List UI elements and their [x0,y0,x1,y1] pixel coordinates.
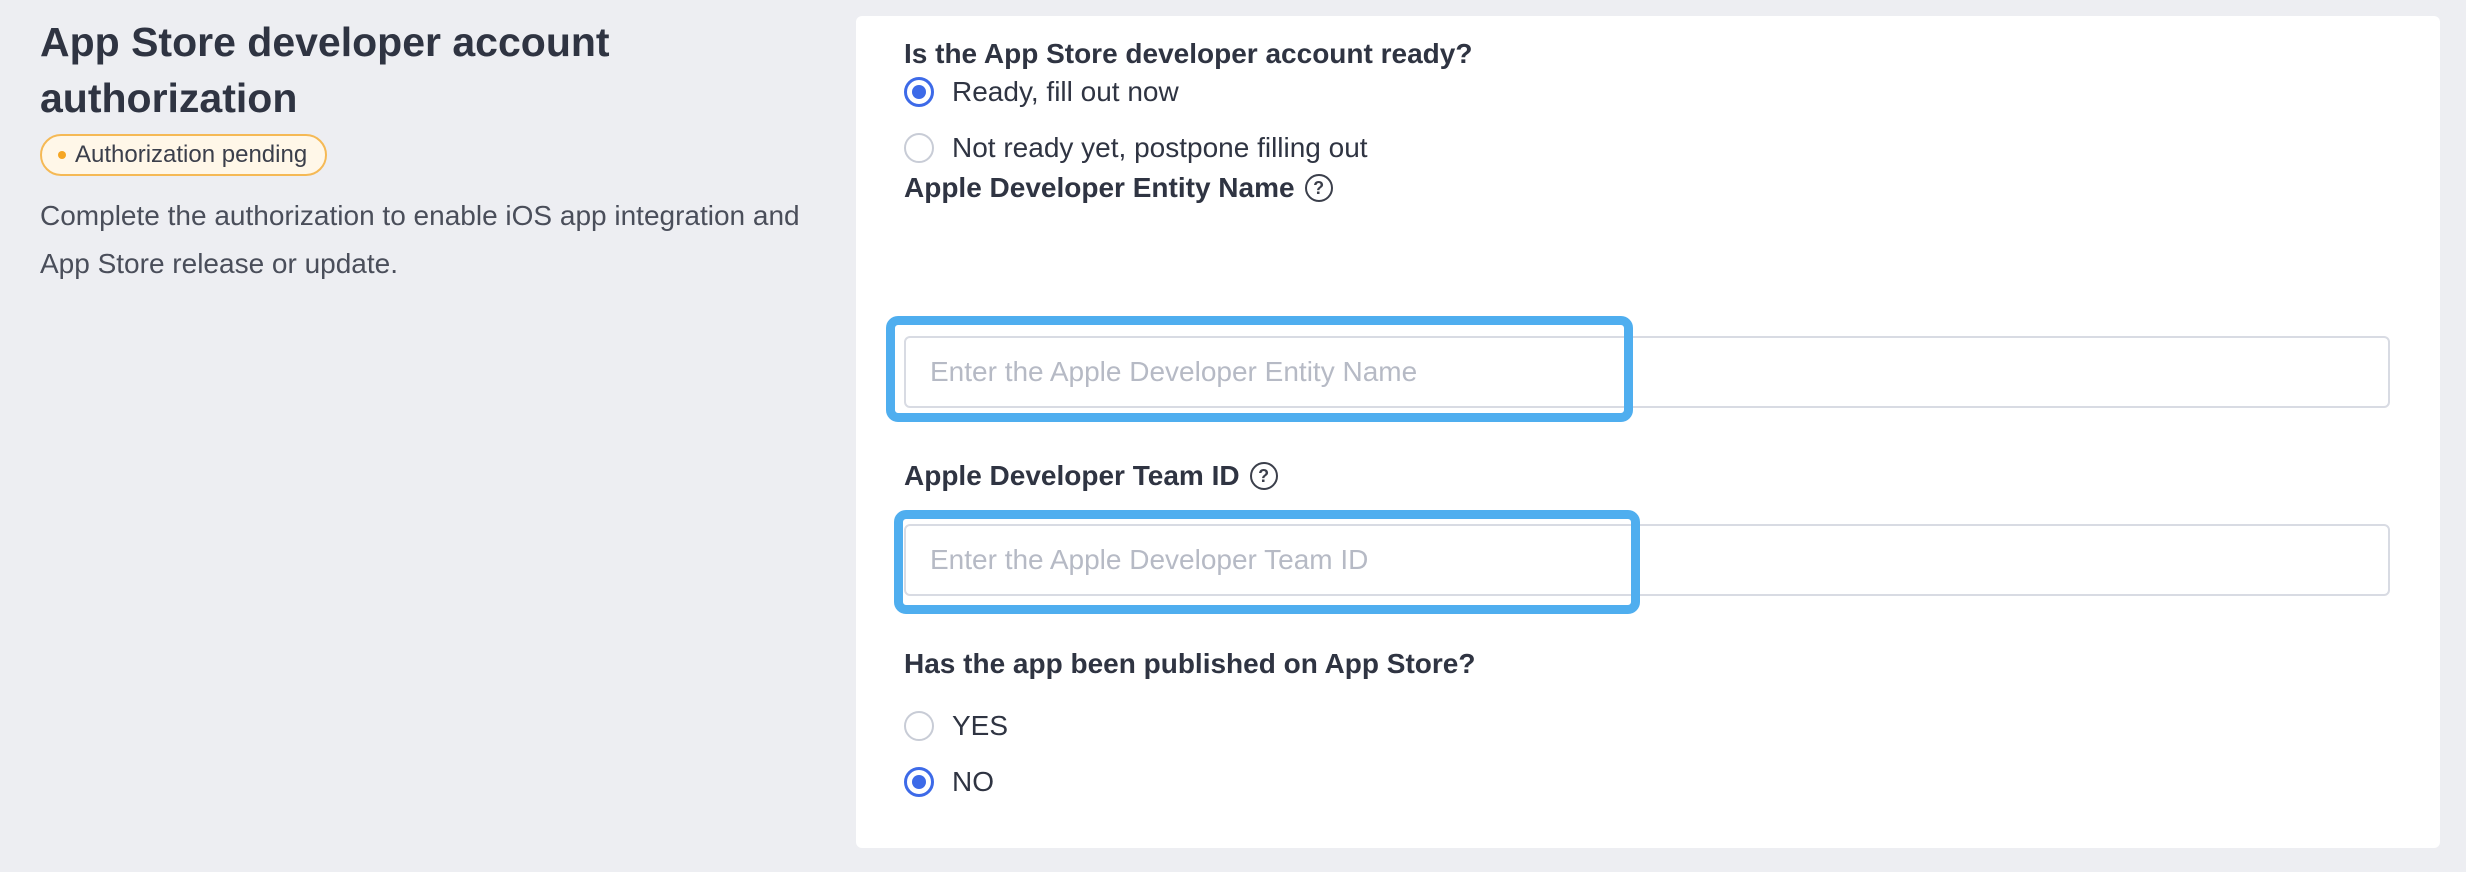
radio-no-label: NO [952,766,994,797]
page: App Store developer account authorizatio… [0,0,2466,872]
entity-name-label-text: Apple Developer Entity Name [904,172,1295,203]
help-icon[interactable]: ? [1249,462,1278,490]
radio-no[interactable]: NO [904,766,994,798]
published-question: Has the app been published on App Store? [904,648,1476,679]
page-title: App Store developer account authorizatio… [40,19,610,121]
radio-ready-now[interactable]: Ready, fill out now [904,76,1179,108]
status-badge: Authorization pending [40,134,328,176]
form-card: Is the App Store developer account ready… [856,16,2440,848]
radio-unchecked-icon[interactable] [904,133,934,163]
entity-name-label: Apple Developer Entity Name ? [904,172,1333,204]
radio-checked-icon[interactable] [904,767,934,797]
team-id-label: Apple Developer Team ID ? [904,460,1278,492]
team-id-input[interactable] [904,524,2390,596]
help-icon[interactable]: ? [1304,174,1333,202]
status-badge-label: Authorization pending [75,141,308,168]
entity-name-input[interactable] [904,336,2390,408]
info-description: Complete the authorization to enable iOS… [40,200,800,279]
radio-yes[interactable]: YES [904,710,1008,742]
radio-not-ready[interactable]: Not ready yet, postpone filling out [904,132,1368,164]
radio-yes-label: YES [952,710,1009,741]
status-dot-icon [58,151,66,159]
team-id-label-text: Apple Developer Team ID [904,460,1240,491]
radio-not-ready-label: Not ready yet, postpone filling out [952,132,1368,163]
radio-ready-now-label: Ready, fill out now [952,76,1179,107]
radio-unchecked-icon[interactable] [904,711,934,741]
account-ready-question: Is the App Store developer account ready… [904,38,1473,69]
radio-checked-icon[interactable] [904,77,934,107]
info-panel: App Store developer account authorizatio… [40,14,820,288]
